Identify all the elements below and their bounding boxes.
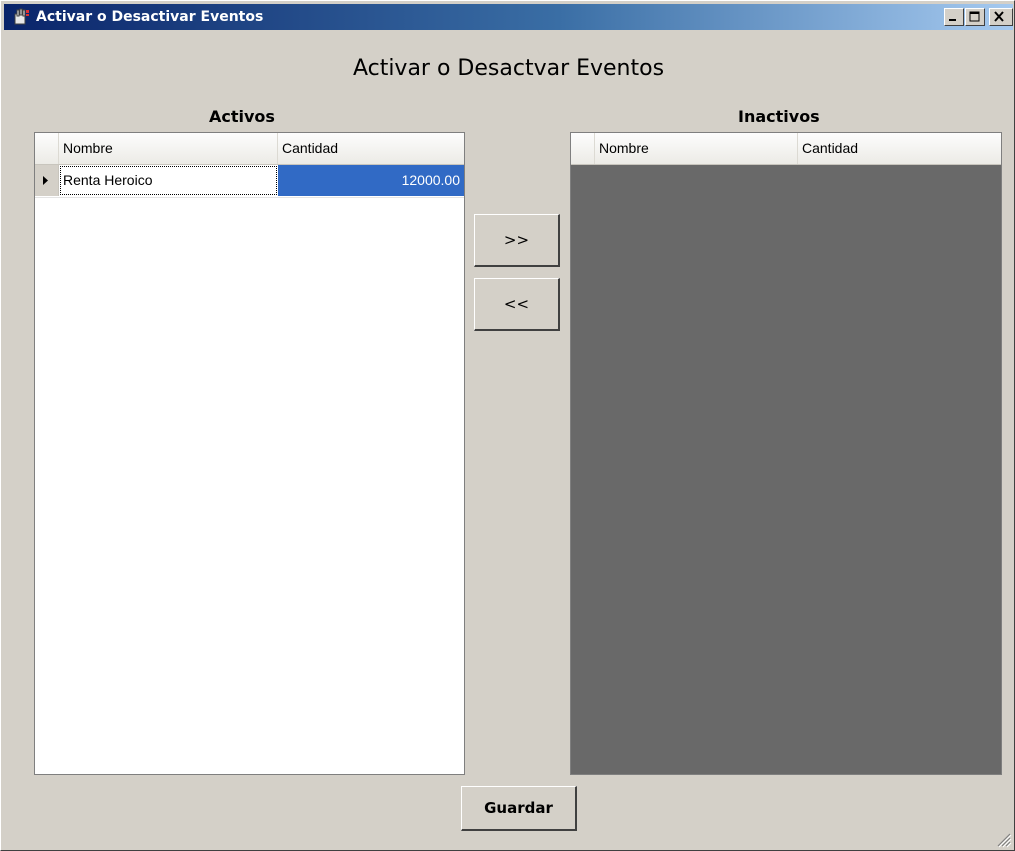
activos-grid-header: Nombre Cantidad xyxy=(35,133,464,165)
row-selector[interactable] xyxy=(35,165,59,196)
page-title: Activar o Desactvar Eventos xyxy=(352,56,665,81)
table-row[interactable]: Renta Heroico 12000.00 xyxy=(35,165,464,198)
cell-cantidad[interactable]: 12000.00 xyxy=(278,165,464,196)
title-bar[interactable]: Activar o Desactivar Eventos xyxy=(4,4,1013,30)
activos-grid[interactable]: Nombre Cantidad Renta Heroico 12000.00 xyxy=(34,132,465,775)
app-icon xyxy=(14,8,29,25)
move-right-button[interactable]: >> xyxy=(474,214,560,267)
inactivos-grid-header: Nombre Cantidad xyxy=(571,133,1001,165)
window-title: Activar o Desactivar Eventos xyxy=(36,9,264,25)
maximize-button[interactable] xyxy=(965,8,985,26)
row-pointer-icon xyxy=(43,176,48,185)
inactivos-grid[interactable]: Nombre Cantidad xyxy=(570,132,1002,775)
inactivos-label: Inactivos xyxy=(738,107,820,126)
move-left-button[interactable]: << xyxy=(474,278,560,331)
row-header-corner xyxy=(35,133,59,164)
row-header-corner xyxy=(571,133,595,164)
close-button[interactable] xyxy=(989,8,1013,26)
resize-grip-icon[interactable] xyxy=(992,830,1012,848)
cell-nombre[interactable]: Renta Heroico xyxy=(59,165,278,196)
minimize-icon xyxy=(949,19,956,21)
minimize-button[interactable] xyxy=(944,8,964,26)
activos-col-nombre[interactable]: Nombre xyxy=(59,133,278,164)
activos-col-cantidad[interactable]: Cantidad xyxy=(278,133,464,164)
maximize-icon xyxy=(969,11,980,22)
app-window: Activar o Desactivar Eventos Activar o D… xyxy=(0,0,1015,851)
inactivos-col-nombre[interactable]: Nombre xyxy=(595,133,798,164)
close-icon xyxy=(994,11,1004,22)
inactivos-col-cantidad[interactable]: Cantidad xyxy=(798,133,1001,164)
save-button[interactable]: Guardar xyxy=(461,786,577,831)
activos-label: Activos xyxy=(209,107,275,126)
